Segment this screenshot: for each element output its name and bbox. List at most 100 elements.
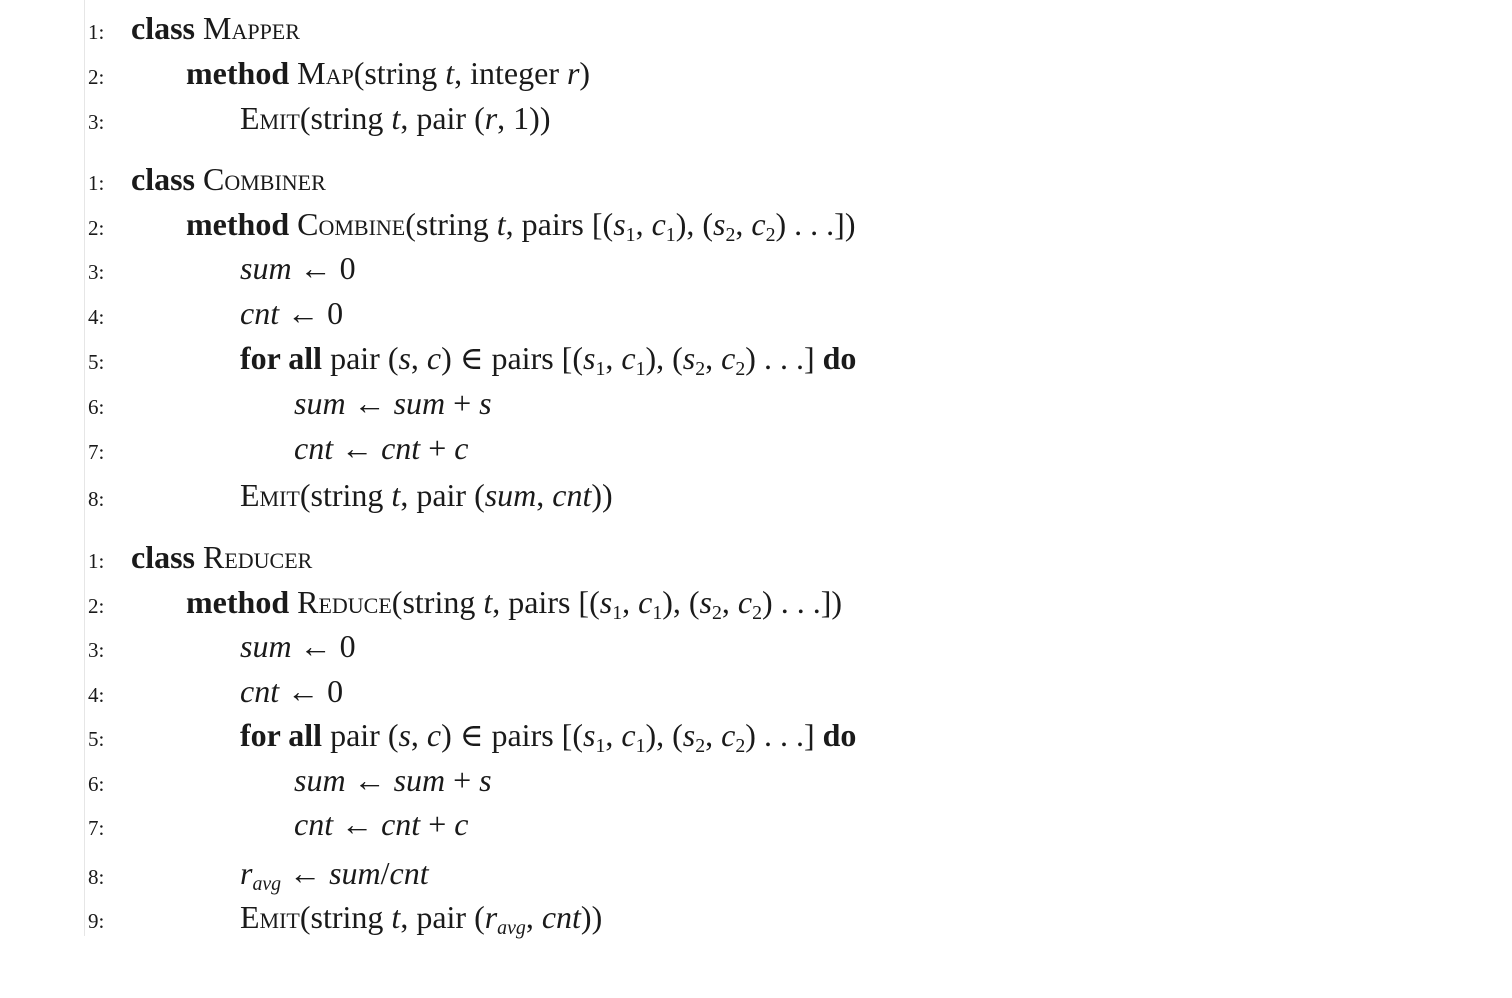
code-token: sum (329, 855, 381, 891)
code-token: sum (484, 477, 537, 513)
code-token: s (599, 584, 613, 620)
code-token: cnt (240, 295, 280, 331)
code-token: + (420, 430, 455, 466)
code-token: 1 (635, 357, 646, 380)
code-text: sum ← sum + s (294, 762, 492, 798)
code-token: )) (591, 477, 613, 513)
code-token: 2 (752, 601, 763, 624)
line-number: 3: (88, 110, 105, 134)
code-token: 1 (595, 734, 606, 757)
keyword: class (131, 539, 195, 575)
code-token: s (479, 762, 492, 798)
code-token: ← (281, 855, 330, 891)
code-token: 2 (725, 223, 736, 246)
code-token: cnt (541, 899, 581, 935)
code-token: ), ( (675, 206, 713, 242)
code-token: s (479, 385, 492, 421)
code-token: c (426, 340, 442, 376)
code-text: cnt ← 0 (240, 673, 343, 709)
code-token: c (721, 340, 736, 376)
line-number: 9: (88, 909, 105, 933)
keyword: method (186, 55, 290, 91)
code-token: ), ( (645, 340, 683, 376)
code-token: + (420, 806, 455, 842)
code-token: c (638, 584, 653, 620)
identifier: Combiner (203, 161, 326, 197)
code-text: class Reducer (131, 539, 312, 575)
code-token: sum (393, 762, 446, 798)
code-token: ) ∈ pairs [( (441, 340, 583, 376)
code-text: Emit(string t, pair (r, 1)) (240, 100, 550, 136)
code-text: method Reduce(string t, pairs [(s1, c1),… (186, 584, 842, 631)
code-text: sum ← 0 (240, 628, 356, 664)
code-text: class Combiner (131, 161, 326, 197)
code-token: 1 (625, 223, 636, 246)
identifier: Emit (240, 899, 300, 935)
line-number: 4: (88, 683, 105, 707)
line-number: 3: (88, 260, 105, 284)
code-token: t (445, 55, 455, 91)
code-token: avg (252, 872, 282, 895)
line-number: 2: (88, 216, 105, 240)
code-token: , pair ( (400, 100, 485, 136)
line-number: 5: (88, 727, 105, 751)
code-token: , (735, 206, 752, 242)
keyword: do (822, 717, 857, 753)
code-token: sum (294, 385, 346, 421)
code-token: ← (333, 430, 382, 466)
code-token: (string (299, 100, 392, 136)
code-token: cnt (552, 477, 592, 513)
code-token: , pairs [( (505, 206, 614, 242)
code-token: ) . . .]) (762, 584, 843, 620)
keyword: do (822, 340, 857, 376)
code-token: , (605, 717, 622, 753)
code-token: cnt (381, 430, 421, 466)
code-token: ← 0 (279, 673, 344, 709)
code-token: sum (393, 385, 446, 421)
code-token: r (484, 100, 498, 136)
code-token: 1 (595, 357, 606, 380)
code-token: ← 0 (291, 250, 356, 286)
line-number: 7: (88, 440, 105, 464)
code-text: cnt ← 0 (240, 295, 343, 331)
code-token: sum (240, 250, 292, 286)
code-token: c (426, 717, 442, 753)
identifier: Combine (297, 206, 406, 242)
code-token: r (240, 855, 253, 891)
code-token: s (613, 206, 626, 242)
code-token: ), ( (645, 717, 683, 753)
line-number: 6: (88, 772, 105, 796)
code-token: t (391, 477, 401, 513)
code-text: cnt ← cnt + c (294, 806, 468, 842)
line-number: 6: (88, 395, 105, 419)
code-token: r (484, 899, 498, 935)
code-token: ), ( (662, 584, 700, 620)
code-token: r (566, 55, 580, 91)
identifier: Map (297, 55, 354, 91)
code-token: ) (579, 55, 591, 91)
code-token: s (682, 717, 696, 753)
identifier: Reducer (203, 539, 313, 575)
code-token: ← 0 (279, 295, 344, 331)
code-token: , (721, 584, 738, 620)
code-token: 2 (735, 734, 746, 757)
identifier: Emit (240, 100, 300, 136)
code-token: (string (353, 55, 446, 91)
code-token: ← 0 (291, 628, 356, 664)
code-token: ) . . .] (745, 340, 823, 376)
code-token: 2 (695, 734, 706, 757)
code-token: , (605, 340, 622, 376)
code-text: method Map(string t, integer r) (186, 55, 590, 91)
code-token: , (410, 340, 427, 376)
code-token: 1 (665, 223, 676, 246)
code-token: s (398, 717, 411, 753)
code-token: (string (299, 899, 392, 935)
code-token: c (737, 584, 753, 620)
keyword: method (186, 584, 290, 620)
code-token: 1 (652, 601, 663, 624)
